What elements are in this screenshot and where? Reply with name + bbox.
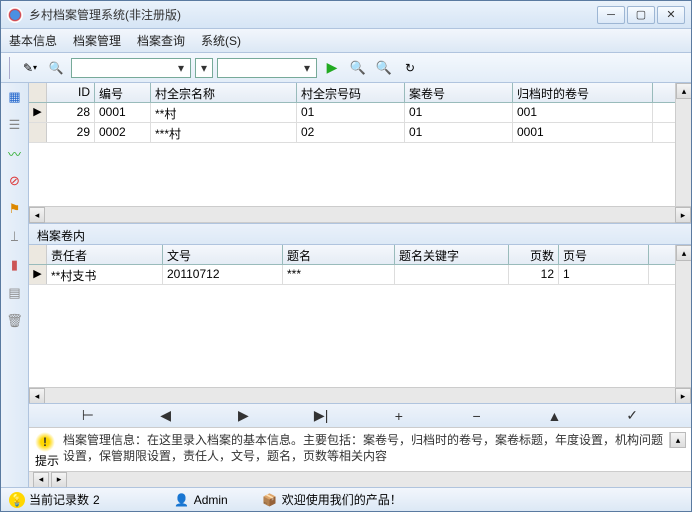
main-grid: ID 编号 村全宗名称 村全宗号码 案卷号 归档时的卷号 ▶280001**村0… bbox=[29, 83, 691, 223]
search-icon: 🔍 bbox=[49, 61, 64, 75]
info-panel: ! 提示 档案管理信息：在这里录入档案的基本信息。主要包括：案卷号，归档时的卷号… bbox=[29, 427, 691, 471]
status-user: Admin bbox=[194, 493, 228, 507]
user-icon: 👤 bbox=[174, 492, 190, 508]
status-welcome: 欢迎使用我们的产品！ bbox=[282, 491, 402, 508]
col-id[interactable]: ID bbox=[47, 83, 95, 102]
pencil-icon: ✎ bbox=[23, 61, 33, 75]
menu-system[interactable]: 系统(S) bbox=[201, 32, 241, 49]
sidebar: ▦ ☰ 〰 ⊘ ⚑ ⟘ ▮ ▤ 🗑 bbox=[1, 83, 29, 487]
detail-grid-vscroll[interactable]: ▴ bbox=[675, 245, 691, 387]
sidebar-form-icon[interactable]: ☰ bbox=[5, 115, 25, 135]
app-icon bbox=[7, 7, 23, 23]
col-wh[interactable]: 文号 bbox=[163, 245, 283, 264]
menubar: 基本信息 档案管理 档案查询 系统(S) bbox=[1, 29, 691, 53]
search-button[interactable]: 🔍 bbox=[45, 57, 67, 79]
sidebar-grid-icon[interactable]: ▦ bbox=[5, 87, 25, 107]
window-title: 乡村档案管理系统(非注册版) bbox=[29, 6, 597, 23]
col-ajh[interactable]: 案卷号 bbox=[405, 83, 513, 102]
edit-button[interactable]: ✎▾ bbox=[19, 57, 41, 79]
col-name[interactable]: 村全宗名称 bbox=[151, 83, 297, 102]
find-button-1[interactable]: 🔍 bbox=[347, 57, 369, 79]
col-code[interactable]: 村全宗号码 bbox=[297, 83, 405, 102]
maximize-button[interactable]: ▢ bbox=[627, 6, 655, 24]
info-icon: ! bbox=[35, 432, 55, 452]
minimize-button[interactable]: ─ bbox=[597, 6, 625, 24]
close-button[interactable]: ✕ bbox=[657, 6, 685, 24]
col-bh[interactable]: 编号 bbox=[95, 83, 151, 102]
nav-add[interactable]: + bbox=[389, 408, 409, 424]
nav-first[interactable]: ⊢ bbox=[78, 407, 98, 424]
nav-prev[interactable]: ◀ bbox=[156, 407, 176, 424]
menu-archive-manage[interactable]: 档案管理 bbox=[73, 32, 121, 49]
bottom-sub-toolbar: ◂ ▸ bbox=[29, 471, 691, 487]
sidebar-cancel-icon[interactable]: ⊘ bbox=[5, 171, 25, 191]
lightbulb-icon: 💡 bbox=[9, 492, 25, 508]
main-grid-vscroll[interactable]: ▴ bbox=[675, 83, 691, 206]
info-vscroll[interactable]: ▴ bbox=[669, 432, 685, 448]
sidebar-chart-icon[interactable]: 〰 bbox=[5, 143, 25, 163]
nav-next[interactable]: ▶ bbox=[233, 407, 253, 424]
sidebar-ruler-icon[interactable]: ⟘ bbox=[5, 227, 25, 247]
toolbar: ✎▾ 🔍 ▾ ▾ ▾ ▶ 🔍 🔍 ↻ bbox=[1, 53, 691, 83]
table-row[interactable]: 290002***村02010001 bbox=[29, 123, 675, 143]
info-label: 提示 bbox=[35, 452, 59, 469]
info-text: 档案管理信息：在这里录入档案的基本信息。主要包括：案卷号，归档时的卷号，案卷标题… bbox=[63, 432, 665, 464]
play-icon: ▶ bbox=[327, 59, 338, 76]
record-navigator: ⊢ ◀ ▶ ▶| + − ▲ ✓ bbox=[29, 403, 691, 427]
nav-edit[interactable]: ▲ bbox=[544, 408, 564, 424]
find-button-2[interactable]: 🔍 bbox=[373, 57, 395, 79]
detail-grid-hscroll[interactable]: ◂▸ bbox=[29, 387, 691, 403]
detail-grid: 责任者 文号 题名 题名关键字 页数 页号 ▶**村支书20110712***1… bbox=[29, 245, 691, 427]
sidebar-flag-icon[interactable]: ⚑ bbox=[5, 199, 25, 219]
status-records-value: 2 bbox=[93, 493, 100, 507]
filter-dropdown-1[interactable]: ▾ bbox=[71, 58, 191, 78]
sidebar-table-icon[interactable]: ▤ bbox=[5, 283, 25, 303]
refresh-button[interactable]: ↻ bbox=[399, 57, 421, 79]
nav-last[interactable]: ▶| bbox=[311, 407, 331, 424]
sidebar-delete-icon[interactable]: 🗑 bbox=[5, 311, 25, 331]
filter-dropdown-3[interactable]: ▾ bbox=[217, 58, 317, 78]
col-gdh[interactable]: 归档时的卷号 bbox=[513, 83, 653, 102]
col-tm[interactable]: 题名 bbox=[283, 245, 395, 264]
col-zrz[interactable]: 责任者 bbox=[47, 245, 163, 264]
col-tmkw[interactable]: 题名关键字 bbox=[395, 245, 509, 264]
run-button[interactable]: ▶ bbox=[321, 57, 343, 79]
table-row[interactable]: ▶280001**村0101001 bbox=[29, 103, 675, 123]
nav-confirm[interactable]: ✓ bbox=[622, 407, 642, 424]
col-yh[interactable]: 页号 bbox=[559, 245, 649, 264]
sub-btn[interactable]: ◂ bbox=[33, 472, 49, 488]
sidebar-bar-icon[interactable]: ▮ bbox=[5, 255, 25, 275]
box-icon: 📦 bbox=[262, 492, 278, 508]
menu-basic-info[interactable]: 基本信息 bbox=[9, 32, 57, 49]
sub-btn[interactable]: ▸ bbox=[51, 472, 67, 488]
titlebar: 乡村档案管理系统(非注册版) ─ ▢ ✕ bbox=[1, 1, 691, 29]
col-ys[interactable]: 页数 bbox=[509, 245, 559, 264]
table-row[interactable]: ▶**村支书20110712***121 bbox=[29, 265, 675, 285]
main-grid-hscroll[interactable]: ◂▸ bbox=[29, 206, 691, 222]
status-records-label: 当前记录数 bbox=[29, 491, 89, 508]
menu-archive-query[interactable]: 档案查询 bbox=[137, 32, 185, 49]
refresh-icon: ↻ bbox=[405, 61, 415, 75]
statusbar: 💡 当前记录数 2 👤 Admin 📦 欢迎使用我们的产品！ bbox=[1, 487, 691, 511]
section-header: 档案卷内 bbox=[29, 223, 691, 245]
nav-delete[interactable]: − bbox=[467, 408, 487, 424]
filter-dropdown-2[interactable]: ▾ bbox=[195, 58, 213, 78]
